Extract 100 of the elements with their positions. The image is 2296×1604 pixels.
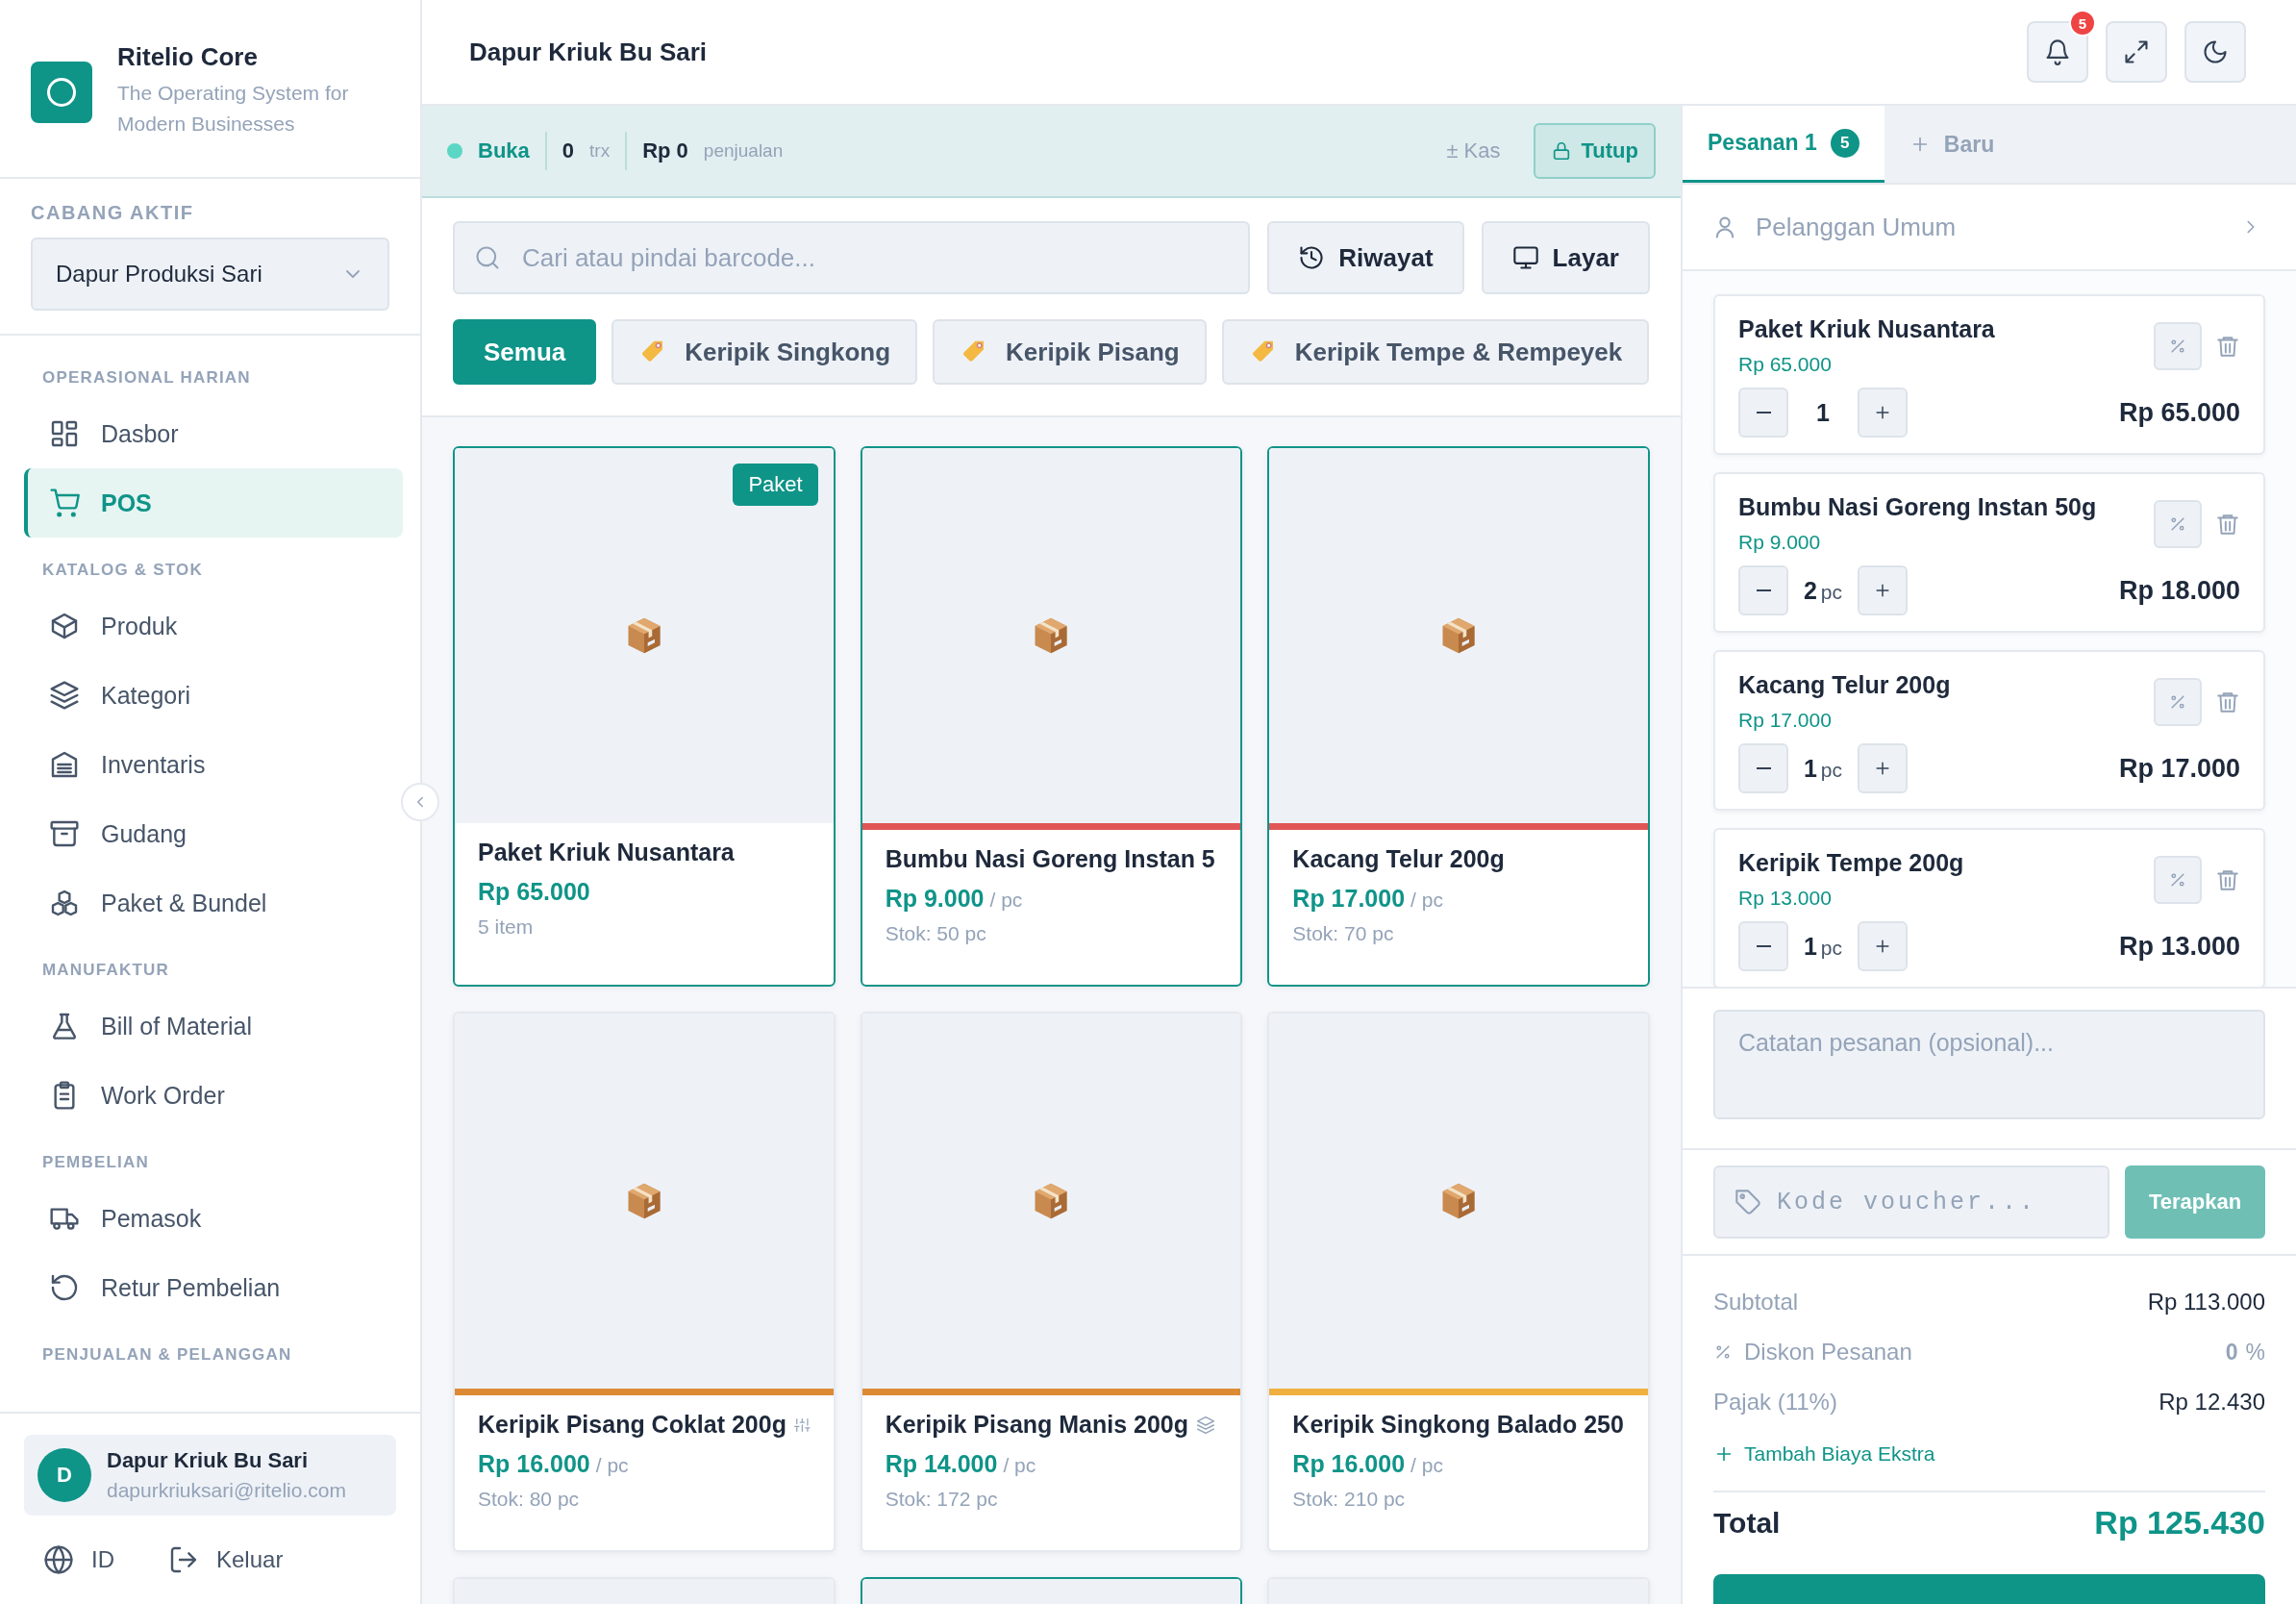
brand-title: Ritelio Core <box>117 42 259 72</box>
user-name: Dapur Kriuk Bu Sari <box>107 1448 310 1473</box>
line-total: Rp 17.000 <box>2118 753 2240 784</box>
quantity: 1 <box>1815 398 1831 427</box>
add-extra-link[interactable]: Tambah Biaya Ekstra <box>1713 1435 2265 1473</box>
status-dot <box>447 143 462 159</box>
trx-count: 0 <box>562 138 575 163</box>
decrease-button[interactable] <box>1738 921 1788 971</box>
discount-button[interactable] <box>2154 855 2202 904</box>
avatar: D <box>37 1448 91 1502</box>
sales-amount: Rp 0 <box>642 138 688 163</box>
unit-price: Rp 9.000 <box>1738 531 1822 554</box>
sidebar-item[interactable]: Produk <box>24 591 403 661</box>
branch-select[interactable]: Dapur Produksi Sari <box>31 238 389 311</box>
product-detail: Stok: 210 pc <box>1292 1488 1407 1511</box>
logout-button[interactable]: Keluar <box>168 1544 284 1575</box>
search-field[interactable]: Cari atau pindai barcode... <box>453 221 1251 294</box>
theme-button[interactable] <box>2184 21 2246 83</box>
product-price: Rp 16.000 / pc <box>1292 1450 1444 1478</box>
quantity: 1 pc <box>1802 754 1844 783</box>
sales-label: penjualan <box>703 140 784 162</box>
total-value: Rp 125.430 <box>2094 1504 2265 1541</box>
line-total: Rp 18.000 <box>2118 575 2240 606</box>
logo-icon <box>31 62 92 123</box>
product-detail: Stok: 50 pc <box>885 922 987 945</box>
notification-button[interactable] <box>2027 21 2088 83</box>
decrease-button[interactable] <box>1738 743 1788 793</box>
expand-icon <box>2123 38 2150 65</box>
sidebar-item[interactable]: Bill of Material <box>24 991 403 1061</box>
product-card[interactable]: Bumbu Nasi Goreng Instan 5 Rp 9.000 / pc Stok: 50 pc <box>860 446 1243 987</box>
warehouse-icon <box>49 749 80 780</box>
user-card[interactable]: D Dapur Kriuk Bu Sari dapurkriuksari@ritelio.com <box>24 1435 396 1516</box>
product-card[interactable]: Keripik Pisang Manis 200g Rp 14.000 / pc Stok: 172 pc <box>860 1012 1243 1552</box>
nav-heading: OPERASIONAL HARIAN <box>41 367 252 388</box>
increase-button[interactable] <box>1858 565 1908 615</box>
product-card[interactable]: Kacang Telur 200g Rp 17.000 / pc Stok: 70 pc <box>1267 446 1650 987</box>
box-icon <box>49 611 80 641</box>
increase-button[interactable] <box>1858 388 1908 438</box>
product-name: Kacang Telur 200g <box>1292 845 1505 873</box>
language-button[interactable]: ID <box>43 1544 114 1575</box>
sidebar-item[interactable]: Paket & Bundel <box>24 868 403 938</box>
display-button[interactable]: Layar <box>1481 221 1650 294</box>
item-name: Bumbu Nasi Goreng Instan 50g <box>1738 493 2097 521</box>
layers-icon <box>1196 1415 1216 1435</box>
layers-icon <box>49 680 80 711</box>
product-card[interactable]: Paket Paket Kriuk Nusantara Rp 65.000 5 item <box>453 446 836 987</box>
sidebar-item[interactable]: Inventaris <box>24 730 403 799</box>
fullscreen-button[interactable] <box>2106 21 2167 83</box>
product-name: Keripik Singkong Balado 250 <box>1292 1411 1624 1439</box>
collapse-button[interactable] <box>401 783 439 821</box>
notes-field[interactable]: Catatan pesanan (opsional)... <box>1713 1010 2265 1119</box>
decrease-button[interactable] <box>1738 565 1788 615</box>
category-chip[interactable]: Semua <box>453 319 597 385</box>
nav-heading: KATALOG & STOK <box>41 560 204 581</box>
discount-button[interactable] <box>2154 499 2202 548</box>
decrease-button[interactable] <box>1738 388 1788 438</box>
moon-icon <box>2202 38 2229 65</box>
product-price: Rp 65.000 <box>478 878 591 906</box>
increase-button[interactable] <box>1858 921 1908 971</box>
product-detail: 5 item <box>478 915 535 939</box>
nav-heading: PENJUALAN & PELANGGAN <box>41 1344 293 1366</box>
discount-button[interactable] <box>2154 321 2202 370</box>
sidebar-item[interactable]: Pemasok <box>24 1184 403 1253</box>
page-title: Dapur Kriuk Bu Sari <box>469 37 708 67</box>
monitor-icon <box>1511 244 1539 271</box>
summary-label: Pajak (11%) <box>1713 1389 1837 1416</box>
increase-button[interactable] <box>1858 743 1908 793</box>
product-name: Bumbu Nasi Goreng Instan 5 <box>885 845 1215 873</box>
line-total: Rp 65.000 <box>2118 397 2240 428</box>
nav-heading: PEMBELIAN <box>41 1152 150 1173</box>
product-name: Keripik Pisang Coklat 200g <box>478 1411 786 1439</box>
nav-heading: MANUFAKTUR <box>41 960 170 981</box>
item-name: Keripik Tempe 200g <box>1738 849 1964 877</box>
category-chip[interactable]: Keripik Singkong <box>611 319 918 385</box>
minus-icon <box>1756 767 1771 769</box>
product-price: Rp 14.000 / pc <box>885 1450 1037 1478</box>
discount-button[interactable] <box>2154 677 2202 726</box>
line-total: Rp 13.000 <box>2118 931 2240 962</box>
sidebar-item[interactable]: Kategori <box>24 661 403 730</box>
product-detail: Stok: 80 pc <box>478 1488 581 1511</box>
sidebar-item[interactable]: Work Order <box>24 1061 403 1130</box>
history-button[interactable]: Riwayat <box>1267 221 1464 294</box>
order-tab[interactable]: Pesanan 1 5 <box>1683 106 1884 183</box>
minus-icon <box>1756 589 1771 591</box>
item-name: Paket Kriuk Nusantara <box>1738 315 1995 343</box>
sidebar-item[interactable]: Gudang <box>24 799 403 868</box>
notification-badge: 5 <box>2069 10 2096 37</box>
product-detail: Stok: 70 pc <box>1292 922 1395 945</box>
bell-icon <box>2044 38 2071 65</box>
sidebar-item[interactable]: Retur Pembelian <box>24 1253 403 1322</box>
subtotal-value: Rp 113.000 <box>2147 1289 2265 1316</box>
minus-icon <box>1756 412 1771 414</box>
category-chip[interactable]: Keripik Pisang <box>933 319 1207 385</box>
product-card[interactable]: Keripik Singkong Balado 250 Rp 16.000 / pc Stok: 210 pc <box>1267 1012 1650 1552</box>
product-card[interactable]: Keripik Pisang Coklat 200g Rp 16.000 / pc Stok: 80 pc <box>453 1012 836 1552</box>
category-chip[interactable]: Keripik Tempe & Rempeyek <box>1221 319 1650 385</box>
section-label: CABANG AKTIF <box>31 202 195 224</box>
quantity: 1 pc <box>1802 932 1844 961</box>
total-label: Total <box>1713 1506 1781 1540</box>
sidebar-item[interactable]: Dasbor <box>24 399 403 468</box>
